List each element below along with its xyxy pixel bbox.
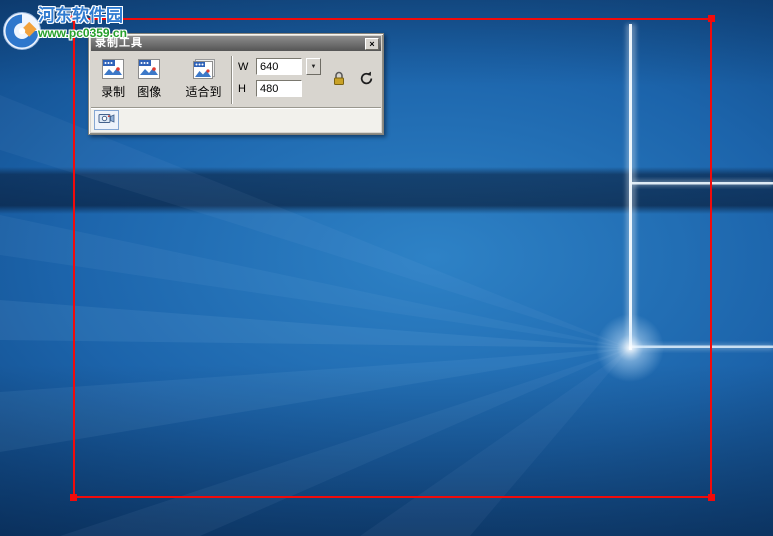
recorder-tool-window: 录制工具 × 录制 图像 适合到 W 640 ▼ H 480 [88, 33, 384, 135]
size-fields: W ▼ H [238, 58, 321, 97]
record-button-label: 录制 [101, 85, 126, 99]
lock-icon [333, 71, 345, 89]
image-button[interactable]: 图像 [131, 54, 167, 106]
size-option-icons [329, 70, 377, 90]
recorder-status-strip [91, 107, 381, 132]
width-label: W [237, 60, 249, 73]
undo-icon [359, 71, 374, 89]
record-icon [101, 58, 125, 83]
image-button-label: 图像 [137, 85, 162, 99]
fit-to-button[interactable]: 适合到 [181, 54, 226, 106]
fit-to-icon [192, 58, 216, 83]
site-logo-icon [2, 11, 42, 56]
size-dropdown-button[interactable]: ▼ [305, 58, 321, 75]
camera-icon [98, 112, 115, 128]
recorder-toolbar: 录制 图像 适合到 W 640 ▼ H 480 [91, 51, 381, 108]
recorder-titlebar[interactable]: 录制工具 × [91, 36, 381, 51]
reset-size-button[interactable] [357, 70, 377, 90]
fit-to-button-label: 适合到 [185, 85, 222, 99]
width-input[interactable] [255, 58, 302, 75]
capture-device-button[interactable] [94, 110, 119, 130]
close-button[interactable]: × [365, 37, 379, 50]
height-label: H [237, 82, 246, 95]
watermark-site-name: 河东软件园 [38, 6, 123, 25]
watermark-text: 河东软件园 www.pc0359.cn [38, 0, 127, 40]
selection-handle-top-right[interactable] [708, 15, 715, 22]
selection-handle-bottom-left[interactable] [70, 494, 77, 501]
selection-handle-bottom-right[interactable] [708, 494, 715, 501]
toolbar-separator [230, 56, 233, 104]
site-watermark: 河东软件园 www.pc0359.cn [0, 0, 127, 56]
image-icon [137, 58, 161, 83]
aspect-lock-button[interactable] [329, 70, 349, 90]
watermark-site-url: www.pc0359.cn [38, 26, 127, 40]
height-input[interactable] [255, 80, 302, 97]
window-title: 录制工具 [95, 37, 143, 49]
record-button[interactable]: 录制 [95, 54, 131, 106]
